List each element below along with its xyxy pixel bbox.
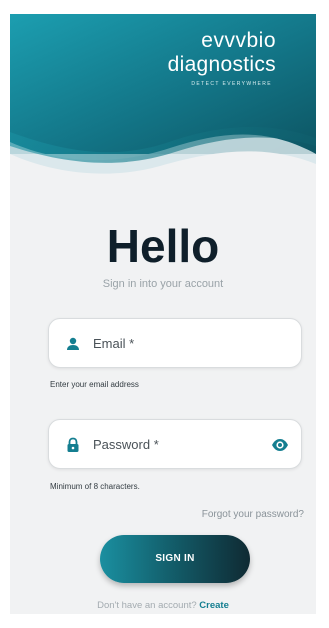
lock-icon [67, 437, 79, 452]
page-title: Hello [106, 220, 220, 272]
password-field[interactable]: Password * [48, 419, 302, 469]
email-helper-text: Enter your email address [50, 380, 139, 389]
login-screen: evvvbio diagnostics DETECT EVERYWHERE He… [10, 14, 316, 614]
create-account-link[interactable]: Create [199, 600, 229, 611]
brand-header: evvvbio diagnostics DETECT EVERYWHERE [10, 14, 316, 184]
email-placeholder: Email * [93, 336, 135, 351]
logo-wordmark-bottom: diagnostics [167, 53, 276, 76]
forgot-password-link[interactable]: Forgot your password? [202, 509, 304, 520]
page-subtitle: Sign in into your account [102, 278, 224, 290]
email-field[interactable]: Email * [48, 318, 302, 368]
password-helper-text: Minimum of 8 characters. [50, 482, 140, 491]
password-placeholder: Password * [93, 437, 159, 452]
logo-wordmark-top: evvvbio [201, 29, 276, 52]
person-icon [67, 337, 79, 350]
sign-in-button[interactable]: SIGN IN [100, 535, 250, 583]
create-account-row: Don't have an account? Create [10, 600, 316, 611]
logo-tagline: DETECT EVERYWHERE [191, 81, 272, 87]
eye-icon[interactable] [271, 436, 289, 454]
no-account-text: Don't have an account? [97, 600, 197, 611]
